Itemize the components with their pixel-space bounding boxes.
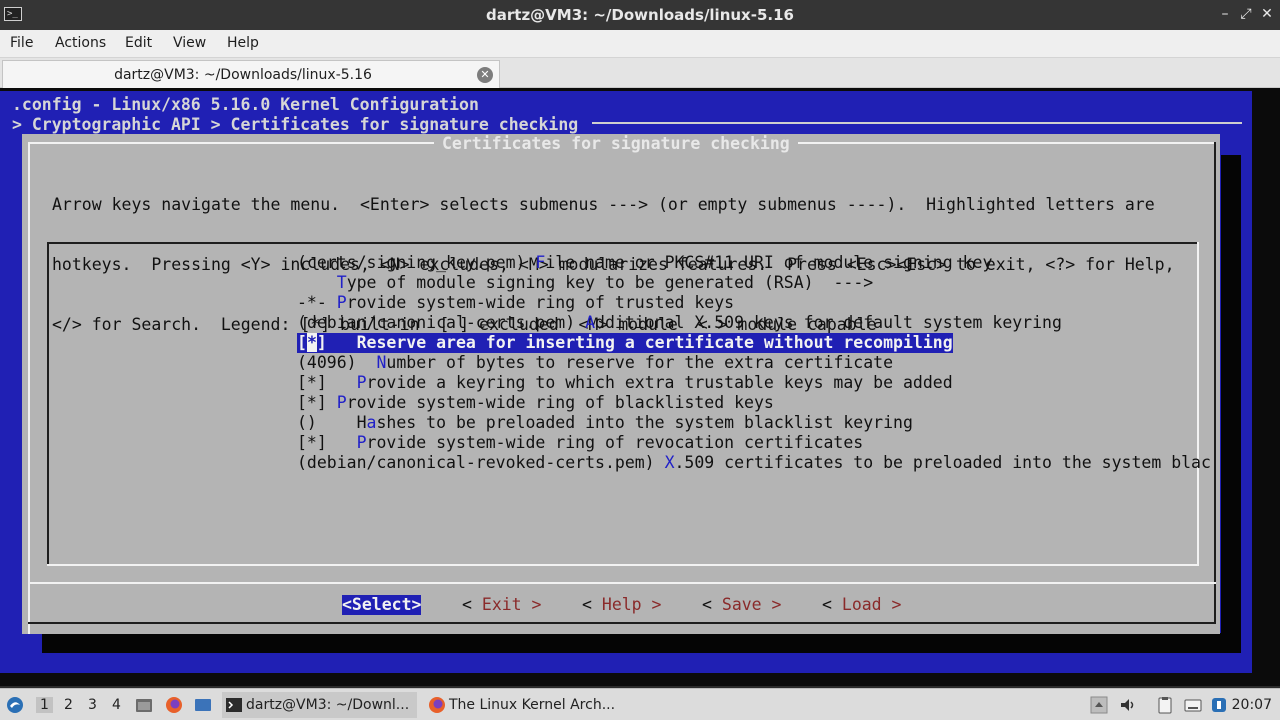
desktop-icon[interactable]: [194, 696, 212, 714]
firefox-icon: [429, 697, 445, 713]
terminal-area[interactable]: .config - Linux/x86 5.16.0 Kernel Config…: [0, 88, 1280, 686]
options-list: (certs/signing_key.pem) File name or PKC…: [47, 242, 1211, 566]
save-button[interactable]: < Save >: [702, 595, 781, 615]
dialog-title: Certificates for signature checking: [434, 134, 798, 154]
tab-bar: dartz@VM3: ~/Downloads/linux-5.16 ✕: [0, 58, 1280, 88]
menu-item-extra-trustable-keyring[interactable]: [*] Provide a keyring to which extra tru…: [297, 373, 953, 393]
menu-file[interactable]: File: [10, 35, 33, 51]
taskbar-item-label: dartz@VM3: ~/Downl...: [246, 697, 410, 713]
workspace-4[interactable]: 4: [112, 697, 121, 713]
tab-close-icon[interactable]: ✕: [477, 67, 493, 83]
taskbar-item-terminal[interactable]: dartz@VM3: ~/Downl...: [222, 692, 417, 718]
maximize-icon[interactable]: ⤢: [1237, 5, 1255, 23]
firefox-icon[interactable]: [165, 696, 183, 714]
volume-icon[interactable]: [1119, 696, 1137, 714]
exit-button[interactable]: < Exit >: [462, 595, 541, 615]
start-menu-icon[interactable]: [6, 696, 24, 714]
dialog-border-right: [1214, 142, 1216, 624]
menu-item-trusted-keys-ring[interactable]: -*- Provide system-wide ring of trusted …: [297, 293, 734, 313]
menu-item-additional-x509-keys[interactable]: (debian/canonical-certs.pem) Additional …: [297, 313, 1062, 333]
keyboard-icon[interactable]: [1184, 696, 1202, 714]
menu-item-extra-cert-bytes[interactable]: (4096) Number of bytes to reserve for th…: [297, 353, 893, 373]
workspace-2[interactable]: 2: [64, 697, 73, 713]
file-manager-icon[interactable]: [135, 696, 153, 714]
menu-item-signing-key-file[interactable]: (certs/signing_key.pem) File name or PKC…: [297, 253, 992, 273]
breadcrumb-rule: [592, 122, 1242, 124]
text-cursor: *: [306, 333, 317, 352]
dialog-border-bottom: [28, 622, 1216, 624]
menu-item-blacklisted-keys-ring[interactable]: [*] Provide system-wide ring of blacklis…: [297, 393, 774, 413]
terminal-tab[interactable]: dartz@VM3: ~/Downloads/linux-5.16 ✕: [2, 60, 500, 88]
menu-help[interactable]: Help: [227, 35, 259, 51]
network-icon[interactable]: [1210, 696, 1228, 714]
tab-label: dartz@VM3: ~/Downloads/linux-5.16: [114, 67, 372, 83]
minimize-icon[interactable]: –: [1216, 5, 1234, 23]
load-button[interactable]: < Load >: [822, 595, 901, 615]
menu-edit[interactable]: Edit: [125, 35, 152, 51]
menu-item-reserve-area-selected[interactable]: [*] Reserve area for inserting a certifi…: [297, 333, 953, 353]
clock[interactable]: 20:07: [1232, 697, 1272, 713]
taskbar-item-label: The Linux Kernel Arch...: [449, 697, 616, 713]
menuconfig-dialog: Certificates for signature checking Arro…: [22, 134, 1220, 634]
menu-item-revocation-certs-ring[interactable]: [*] Provide system-wide ring of revocati…: [297, 433, 863, 453]
help-line: Arrow keys navigate the menu. <Enter> se…: [52, 195, 1155, 214]
button-separator: [30, 582, 1216, 584]
terminal-icon: [226, 698, 242, 712]
taskbar: 1 2 3 4 dartz@VM3: ~/Downl... The Linux …: [0, 688, 1280, 720]
help-button[interactable]: < Help >: [582, 595, 661, 615]
select-button[interactable]: <Select>: [342, 595, 422, 615]
menu-actions[interactable]: Actions: [55, 35, 106, 51]
window-titlebar: >_ dartz@VM3: ~/Downloads/linux-5.16 – ⤢…: [0, 0, 1280, 30]
dialog-shadow-right: [1221, 155, 1241, 639]
window-title: dartz@VM3: ~/Downloads/linux-5.16: [486, 6, 794, 24]
menubar: File Actions Edit View Help: [0, 30, 1280, 58]
breadcrumb: > Cryptographic API > Certificates for s…: [12, 115, 579, 134]
list-border-right: [1197, 242, 1199, 566]
workspace-3[interactable]: 3: [88, 697, 97, 713]
clipboard-icon[interactable]: [1156, 696, 1174, 714]
list-border-bottom: [47, 564, 1199, 566]
menu-item-revoked-certs-file[interactable]: (debian/canonical-revoked-certs.pem) X.5…: [297, 453, 1211, 473]
config-title: .config - Linux/x86 5.16.0 Kernel Config…: [12, 95, 479, 114]
taskbar-item-browser[interactable]: The Linux Kernel Arch...: [425, 692, 625, 718]
close-icon[interactable]: ✕: [1258, 5, 1276, 23]
menu-item-signing-key-type[interactable]: Type of module signing key to be generat…: [297, 273, 873, 293]
tray-up-arrow-icon[interactable]: [1090, 696, 1108, 714]
menu-view[interactable]: View: [173, 35, 206, 51]
menu-item-blacklist-hashes[interactable]: () Hashes to be preloaded into the syste…: [297, 413, 913, 433]
workspace-1[interactable]: 1: [36, 697, 53, 713]
menuconfig-background: .config - Linux/x86 5.16.0 Kernel Config…: [0, 91, 1252, 673]
dialog-shadow-bottom: [42, 633, 1241, 653]
